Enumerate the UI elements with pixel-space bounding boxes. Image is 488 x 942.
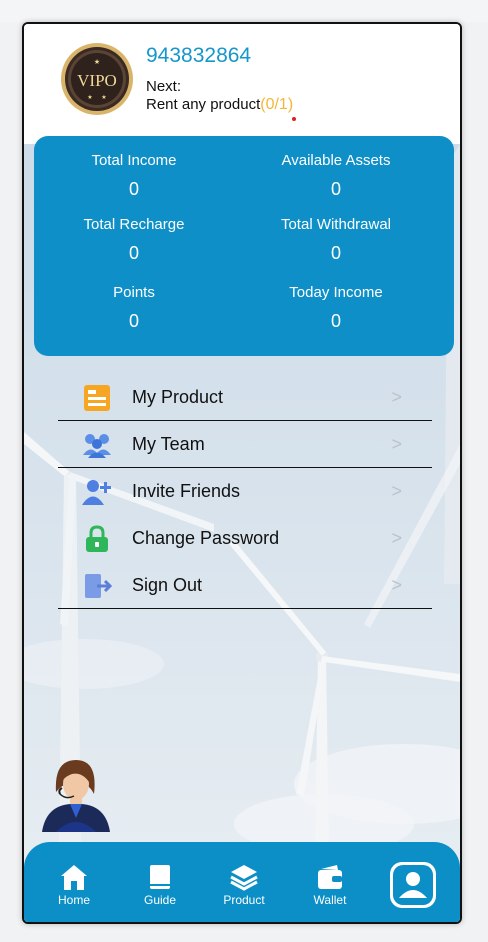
account-menu: My Product > My Team > Invite Friends >: [58, 374, 432, 609]
layers-icon: [230, 865, 258, 891]
chevron-right-icon: >: [391, 434, 402, 454]
menu-item-my-team[interactable]: My Team >: [58, 421, 432, 468]
next-level-label: Next:: [146, 78, 182, 95]
stat-total-withdrawal: Total Withdrawal 0: [236, 216, 436, 264]
notification-dot: [292, 117, 296, 121]
menu-item-label: Change Password: [132, 528, 280, 548]
svg-text:★: ★: [87, 94, 92, 101]
invite-friends-icon: [82, 480, 111, 505]
tab-label: Product: [223, 893, 265, 907]
menu-item-sign-out[interactable]: Sign Out >: [58, 562, 432, 609]
tab-label: Home: [57, 893, 90, 907]
stat-value: 0: [128, 311, 139, 331]
stat-value: 0: [330, 243, 341, 263]
phone-frame: VIPO ★ ★ ★ 943832864 Next: Rent any prod…: [22, 22, 462, 924]
home-icon: [61, 865, 87, 890]
rent-text: Rent any product: [146, 96, 261, 113]
tab-profile[interactable]: [390, 862, 436, 908]
stat-total-recharge: Total Recharge 0: [34, 216, 234, 264]
svg-text:★: ★: [101, 94, 106, 101]
book-icon: [150, 865, 170, 889]
stat-today-income: Today Income 0: [236, 284, 436, 332]
tab-label: Wallet: [313, 893, 347, 907]
bottom-tab-bar: Home Guide Product Wallet: [24, 842, 460, 922]
tab-home[interactable]: Home: [44, 862, 104, 907]
browser-top-strip: [0, 0, 488, 22]
team-icon: [83, 434, 111, 458]
stats-card: Total Income 0 Available Assets 0 Total …: [34, 136, 454, 356]
sign-out-icon: [85, 574, 112, 598]
stat-available-assets: Available Assets 0: [236, 152, 436, 200]
wallet-icon: [318, 865, 342, 889]
stat-total-income: Total Income 0: [34, 152, 234, 200]
menu-item-label: My Team: [132, 434, 205, 454]
chevron-right-icon: >: [391, 481, 402, 501]
chevron-right-icon: >: [391, 575, 402, 595]
next-level-requirement: Rent any product(0/1): [146, 96, 293, 114]
badge-text: VIPO: [77, 71, 117, 90]
stat-value: 0: [330, 311, 341, 331]
stat-points: Points 0: [34, 284, 234, 332]
menu-item-label: My Product: [132, 387, 224, 407]
profile-header: VIPO ★ ★ ★ 943832864 Next: Rent any prod…: [24, 24, 460, 144]
stat-label: Today Income: [289, 284, 383, 301]
menu-item-change-password[interactable]: Change Password >: [58, 515, 432, 562]
stat-label: Available Assets: [281, 152, 391, 169]
stat-value: 0: [128, 243, 139, 263]
svg-text:★: ★: [94, 58, 100, 66]
stat-value: 0: [330, 179, 341, 199]
lock-icon: [86, 525, 108, 552]
profile-icon: [393, 865, 433, 905]
vip-badge-icon: VIPO ★ ★ ★: [61, 43, 133, 115]
chevron-right-icon: >: [391, 528, 402, 548]
menu-item-label: Invite Friends: [132, 481, 241, 501]
tab-wallet[interactable]: Wallet: [300, 862, 360, 907]
customer-service-agent-button[interactable]: [36, 752, 116, 832]
menu-item-label: Sign Out: [132, 575, 203, 595]
tab-label: Guide: [143, 893, 177, 907]
stat-label: Total Recharge: [83, 216, 185, 233]
chevron-right-icon: >: [391, 387, 402, 407]
stat-label: Total Income: [91, 152, 177, 169]
stat-label: Total Withdrawal: [280, 216, 392, 233]
rent-progress: (0/1): [260, 96, 294, 113]
menu-item-invite-friends[interactable]: Invite Friends >: [58, 468, 432, 515]
tab-product[interactable]: Product: [214, 862, 274, 907]
product-card-icon: [84, 385, 110, 411]
stat-value: 0: [128, 179, 139, 199]
menu-item-my-product[interactable]: My Product >: [58, 374, 432, 421]
user-id: 943832864: [146, 44, 252, 67]
stat-label: Points: [113, 284, 155, 301]
tab-guide[interactable]: Guide: [130, 862, 190, 907]
